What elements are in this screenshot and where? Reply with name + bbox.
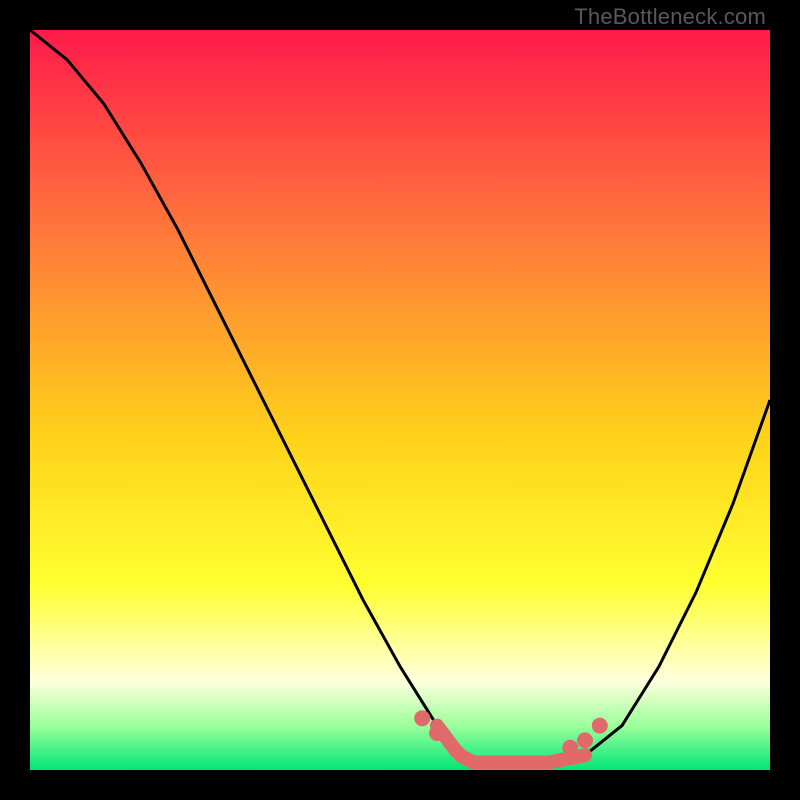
curve-markers — [414, 710, 608, 756]
optimal-range-highlight — [437, 726, 585, 763]
watermark-text: TheBottleneck.com — [574, 4, 766, 30]
curve-marker-dot — [577, 732, 593, 748]
curve-marker-dot — [429, 725, 445, 741]
curve-marker-dot — [592, 718, 608, 734]
bottleneck-chart — [30, 30, 770, 770]
curve-marker-dot — [414, 710, 430, 726]
chart-frame — [30, 30, 770, 770]
bottleneck-curve-path — [30, 30, 770, 763]
curve-marker-dot — [562, 740, 578, 756]
